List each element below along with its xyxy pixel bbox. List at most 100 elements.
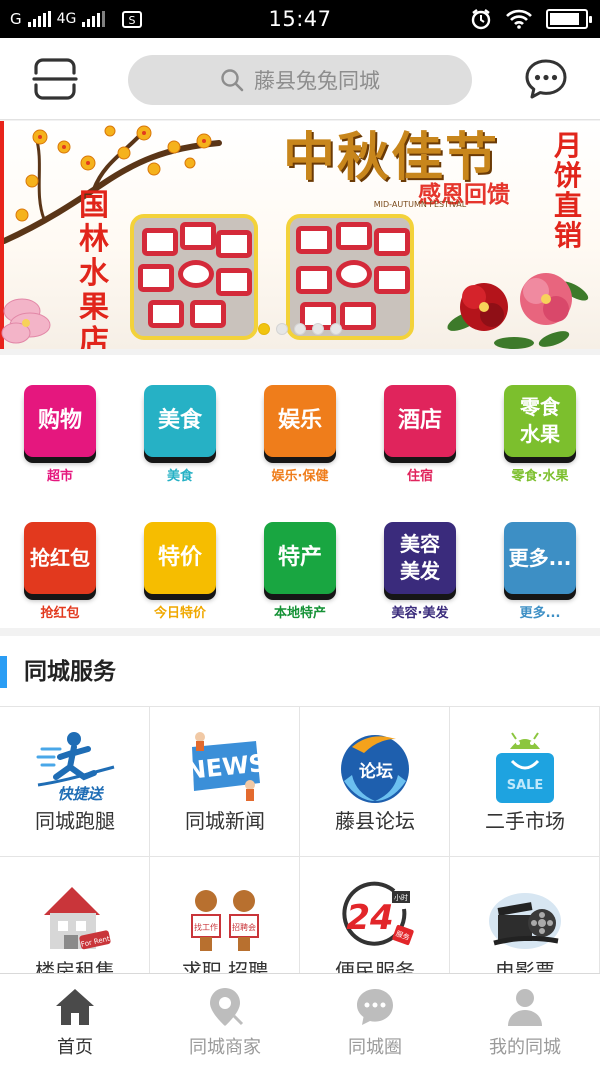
forum-icon-text: 论坛 bbox=[359, 761, 393, 782]
category-special-offer[interactable]: 特价 今日特价 bbox=[120, 492, 240, 622]
category-caption: 美食 bbox=[166, 469, 193, 484]
status-bar: G 4G S 15:47 bbox=[0, 0, 600, 38]
mooncake bbox=[374, 266, 410, 294]
mooncake bbox=[336, 222, 372, 250]
24h-service-icon: 24 小时 服务 bbox=[342, 881, 414, 946]
peony-flowers-icon bbox=[447, 273, 589, 349]
chat-circle-icon bbox=[357, 989, 393, 1025]
banner-pagination[interactable] bbox=[258, 323, 342, 335]
mooncake bbox=[190, 300, 226, 328]
service-label: 同城新闻 bbox=[185, 809, 265, 833]
mooncake bbox=[148, 300, 184, 328]
nav-label: 我的同城 bbox=[489, 1037, 561, 1058]
nav-circle[interactable]: 同城圈 bbox=[300, 974, 450, 1067]
bottom-navigation: 首页 同城商家 同城圈 我的同城 bbox=[0, 973, 600, 1067]
mooncake bbox=[296, 266, 332, 294]
nav-merchants[interactable]: 同城商家 bbox=[150, 974, 300, 1067]
wifi-icon bbox=[506, 9, 532, 29]
service-label: 同城跑腿 bbox=[35, 809, 115, 833]
film-icon bbox=[489, 893, 561, 949]
pagination-dot[interactable] bbox=[312, 323, 324, 335]
service-label: 二手市场 bbox=[485, 809, 565, 833]
service-secondhand[interactable]: SALE 二手市场 bbox=[450, 707, 600, 857]
pagination-dot[interactable] bbox=[276, 323, 288, 335]
mooncake bbox=[216, 268, 252, 296]
service-errand[interactable]: 快捷送 同城跑腿 bbox=[0, 707, 150, 857]
sale-icon-text: SALE bbox=[507, 778, 544, 793]
search-placeholder: 藤县兔兔同城 bbox=[254, 69, 380, 93]
category-caption: 本地特产 bbox=[273, 606, 326, 621]
battery-level bbox=[550, 13, 579, 25]
location-pin-icon bbox=[210, 988, 244, 1026]
pagination-dot[interactable] bbox=[330, 323, 342, 335]
category-caption: 今日特价 bbox=[153, 606, 206, 621]
services-grid: 快捷送 同城跑腿 NEWS 同城新闻 论坛 藤县论坛 SALE 二手市场 For… bbox=[0, 706, 600, 1007]
category-tile: 美食 bbox=[144, 385, 216, 457]
category-caption: 抢红包 bbox=[40, 606, 80, 621]
category-local-specialty[interactable]: 特产 本地特产 bbox=[240, 492, 360, 622]
chat-icon[interactable] bbox=[524, 58, 568, 100]
pink-flower-icon bbox=[1, 298, 51, 344]
forum-icon: 论坛 bbox=[341, 735, 409, 803]
mooncake bbox=[374, 228, 410, 256]
24h-number: 24 bbox=[346, 898, 393, 938]
category-tile: 特价 bbox=[144, 522, 216, 594]
category-snacks-fruit[interactable]: 零食水果 零食·水果 bbox=[480, 355, 600, 485]
category-tile: 更多... bbox=[504, 522, 576, 594]
promo-banner[interactable]: 国林水果店 中秋佳节 感恩回馈 MID-AUTUMN FESTIVAL 月饼直销 bbox=[0, 121, 600, 349]
battery-icon bbox=[546, 9, 592, 29]
mooncake bbox=[340, 302, 376, 330]
shop-name: 国林水果店 bbox=[79, 188, 109, 350]
status-bar-right bbox=[470, 8, 592, 30]
24h-hour-text: 小时 bbox=[394, 893, 408, 902]
category-entertainment[interactable]: 娱乐 娱乐·保健 bbox=[240, 355, 360, 485]
city-services-section: 同城服务 快捷送 同城跑腿 NEWS 同城新闻 论坛 藤县论坛 SALE 二手市… bbox=[0, 636, 600, 1007]
nav-label: 同城圈 bbox=[348, 1037, 402, 1058]
category-shopping[interactable]: 购物 超市 bbox=[0, 355, 120, 485]
category-caption: 超市 bbox=[46, 469, 73, 484]
shopping-bag-icon: SALE bbox=[496, 732, 554, 803]
scan-icon[interactable] bbox=[32, 57, 78, 101]
mooncake bbox=[336, 260, 372, 288]
mooncake bbox=[180, 222, 216, 250]
search-bar[interactable]: 藤县兔兔同城 bbox=[128, 55, 472, 105]
category-tile: 酒店 bbox=[384, 385, 456, 457]
category-tile: 购物 bbox=[24, 385, 96, 457]
job-icon: 找工作 招聘会 bbox=[191, 890, 259, 951]
pagination-dot[interactable] bbox=[258, 323, 270, 335]
search-icon bbox=[221, 69, 244, 92]
app-header: 藤县兔兔同城 bbox=[0, 38, 600, 120]
nav-profile[interactable]: 我的同城 bbox=[450, 974, 600, 1067]
user-icon bbox=[508, 989, 542, 1026]
mooncake bbox=[138, 264, 174, 292]
festival-english: MID-AUTUMN FESTIVAL bbox=[373, 200, 467, 209]
home-icon bbox=[56, 989, 94, 1025]
courier-icon: 快捷送 bbox=[36, 732, 115, 803]
app-screen: G 4G S 15:47 藤县兔兔同城 国林水果店 中秋佳节 感恩回馈 MID-… bbox=[0, 0, 600, 1067]
service-news[interactable]: NEWS 同城新闻 bbox=[150, 707, 300, 857]
alarm-icon bbox=[471, 9, 491, 30]
category-tile: 娱乐 bbox=[264, 385, 336, 457]
job-fair-icon-text: 招聘会 bbox=[232, 922, 256, 932]
festival-title: 中秋佳节 bbox=[282, 127, 499, 188]
category-caption: 零食·水果 bbox=[511, 469, 569, 484]
section-header: 同城服务 bbox=[0, 636, 600, 706]
category-caption: 娱乐·保健 bbox=[271, 469, 329, 484]
pagination-dot[interactable] bbox=[294, 323, 306, 335]
section-accent-bar bbox=[0, 656, 7, 688]
nav-label: 同城商家 bbox=[189, 1037, 261, 1058]
banner-side-text: 月饼直销 bbox=[553, 129, 582, 252]
category-hotel[interactable]: 酒店 住宿 bbox=[360, 355, 480, 485]
job-seek-icon-text: 找工作 bbox=[194, 922, 218, 932]
mooncake-box-left bbox=[130, 214, 258, 340]
category-more[interactable]: 更多... 更多... bbox=[480, 492, 600, 622]
mooncake-box-right bbox=[286, 214, 414, 340]
category-food[interactable]: 美食 美食 bbox=[120, 355, 240, 485]
mooncake bbox=[142, 228, 178, 256]
category-red-packet[interactable]: 抢红包 抢红包 bbox=[0, 492, 120, 622]
nav-home[interactable]: 首页 bbox=[0, 974, 150, 1067]
category-caption: 更多... bbox=[519, 606, 561, 621]
category-beauty[interactable]: 美容美发 美容·美发 bbox=[360, 492, 480, 622]
category-tile: 零食水果 bbox=[504, 385, 576, 457]
service-forum[interactable]: 论坛 藤县论坛 bbox=[300, 707, 450, 857]
